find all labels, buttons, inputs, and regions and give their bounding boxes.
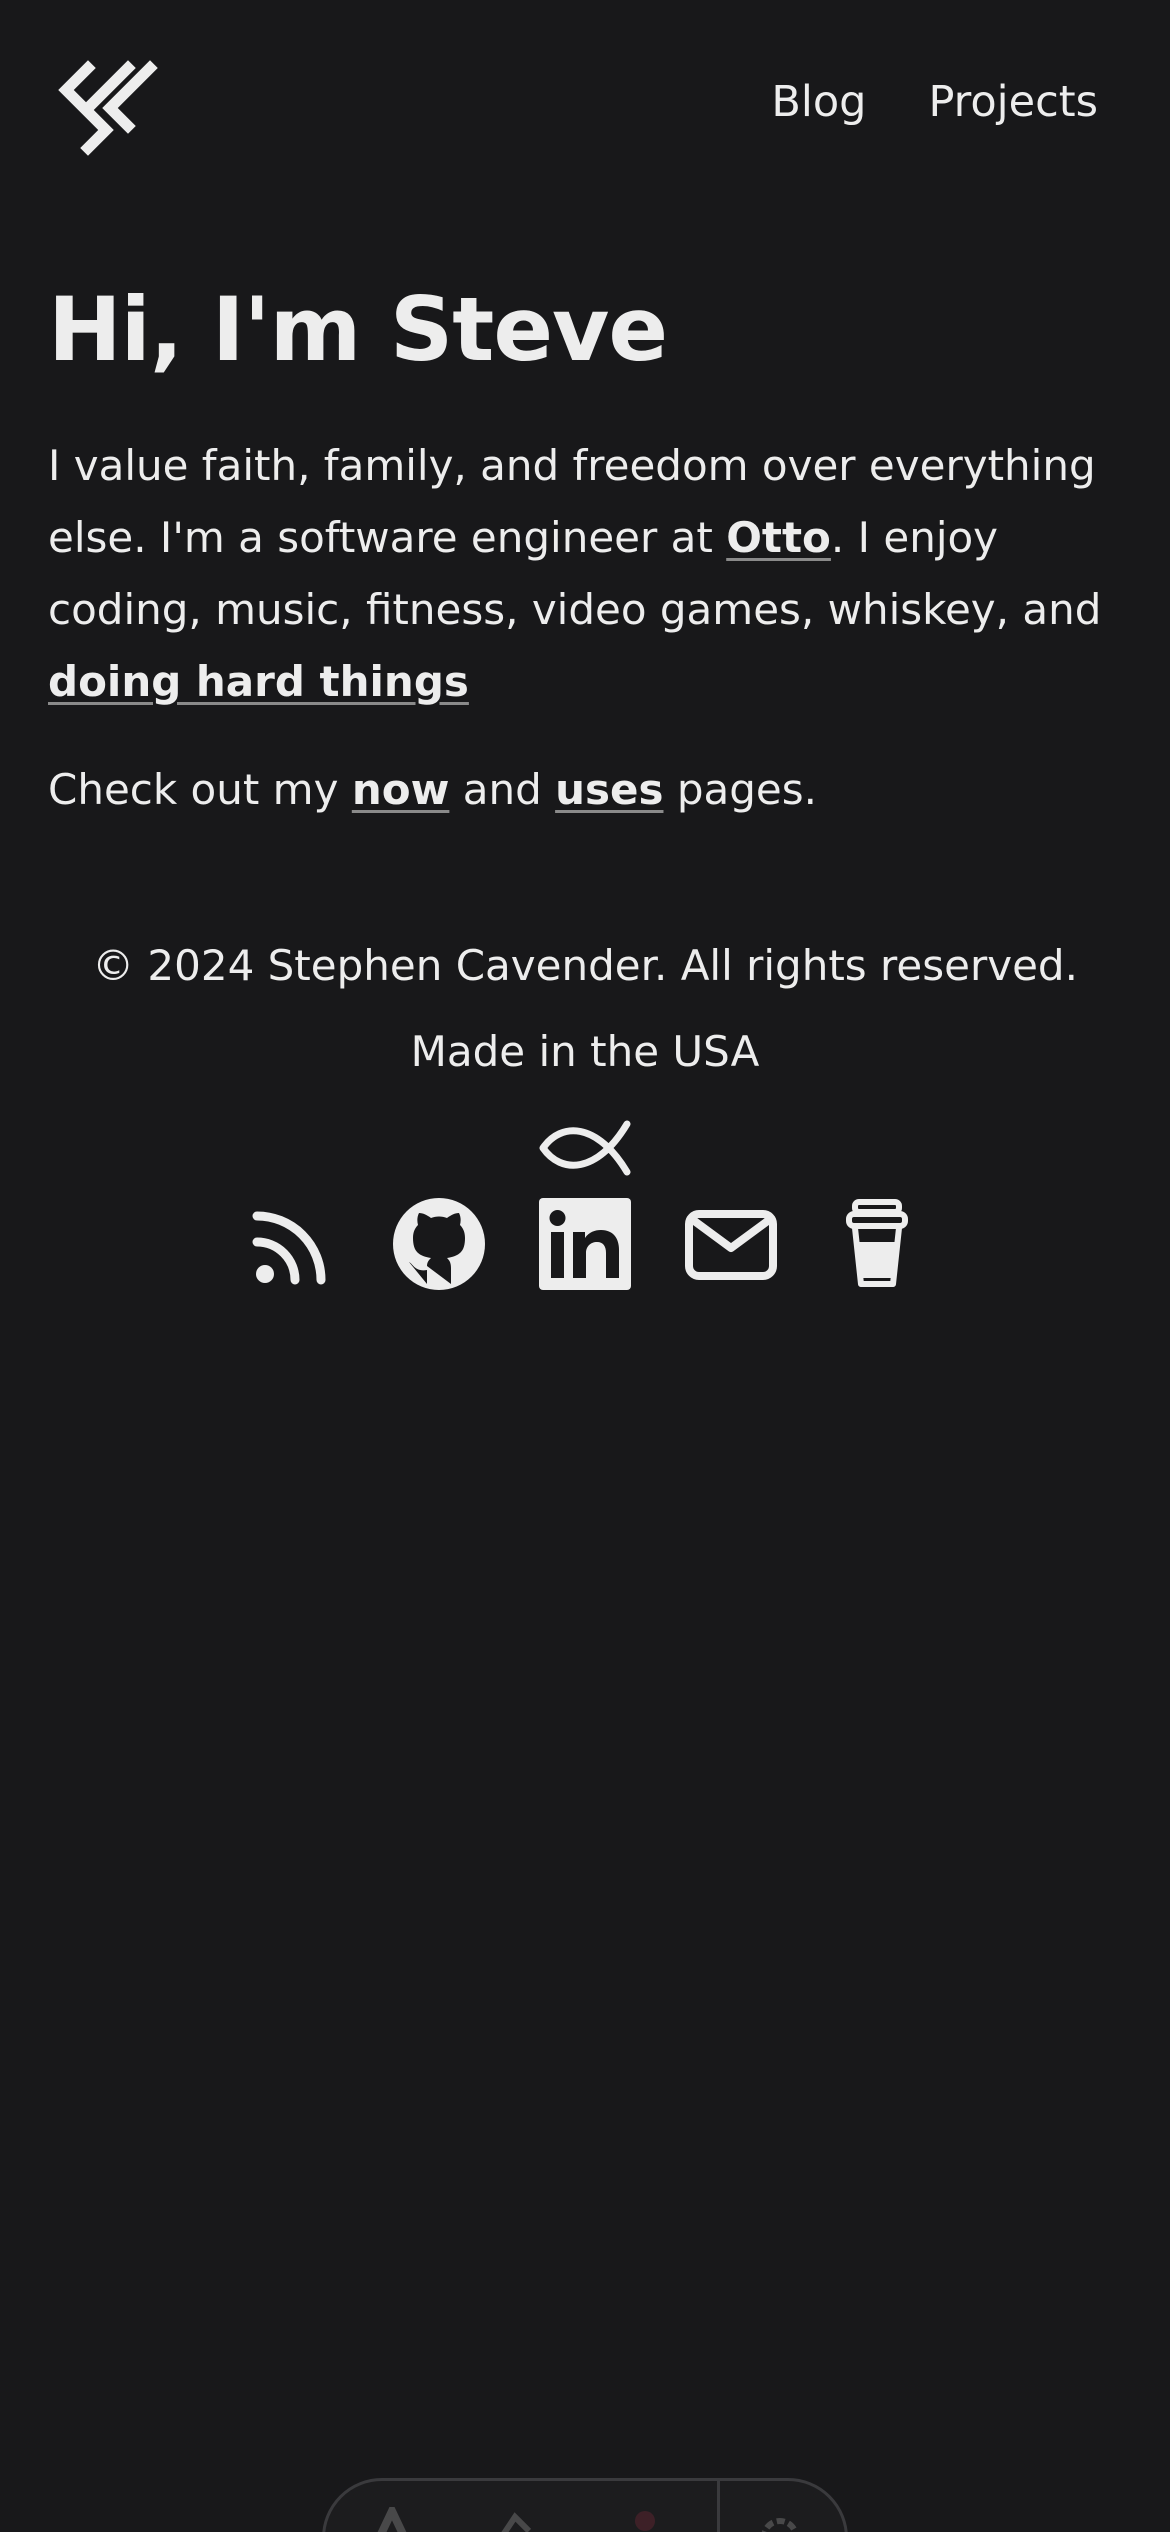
rss-link[interactable] (245, 1196, 341, 1292)
site-header: Blog Projects (0, 0, 1170, 210)
page: Blog Projects Hi, I'm Steve I value fait… (0, 0, 1170, 2532)
otto-link[interactable]: Otto (726, 513, 831, 562)
nav-blog-link[interactable]: Blog (771, 76, 866, 128)
sc-monogram-logo-icon (58, 60, 158, 156)
theme-icon[interactable] (485, 2507, 535, 2532)
github-link[interactable] (391, 1196, 487, 1292)
email-link[interactable] (683, 1196, 779, 1292)
uses-link[interactable]: uses (555, 765, 663, 814)
pages-suffix: pages. (663, 765, 817, 814)
rss-icon (252, 1211, 326, 1285)
coffee-cup-icon (846, 1199, 908, 1287)
social-links (0, 1196, 1170, 1292)
doing-hard-things-link[interactable]: doing hard things (48, 657, 469, 706)
github-icon (393, 1198, 485, 1290)
pages-paragraph: Check out my now and uses pages. (48, 754, 1118, 826)
linkedin-link[interactable] (537, 1196, 633, 1292)
site-footer: © 2024 Stephen Cavender. All rights rese… (0, 930, 1170, 1292)
home-logo-link[interactable] (58, 58, 158, 158)
mail-icon (685, 1210, 777, 1280)
buy-me-a-coffee-link[interactable] (829, 1196, 925, 1292)
page-title: Hi, I'm Steve (48, 278, 668, 381)
linkedin-icon (539, 1198, 631, 1290)
copyright-text: © 2024 Stephen Cavender. All rights rese… (92, 941, 1078, 990)
ichthys-fish-icon (539, 1120, 631, 1176)
toolbar-divider (717, 2481, 720, 2532)
made-in-text: Made in the USA (410, 1027, 760, 1076)
main-content: Hi, I'm Steve I value faith, family, and… (48, 270, 1118, 826)
nav-projects-link[interactable]: Projects (928, 76, 1098, 128)
settings-gear-icon[interactable] (755, 2507, 805, 2532)
now-link[interactable]: now (352, 765, 450, 814)
floating-toolbar (322, 2478, 848, 2532)
intro-paragraph: I value faith, family, and freedom over … (48, 430, 1118, 718)
menu-notification-icon[interactable] (605, 2507, 655, 2532)
main-nav: Blog Projects (771, 76, 1098, 128)
pages-prefix: Check out my (48, 765, 352, 814)
font-icon[interactable] (367, 2507, 417, 2532)
pages-middle: and (449, 765, 556, 814)
